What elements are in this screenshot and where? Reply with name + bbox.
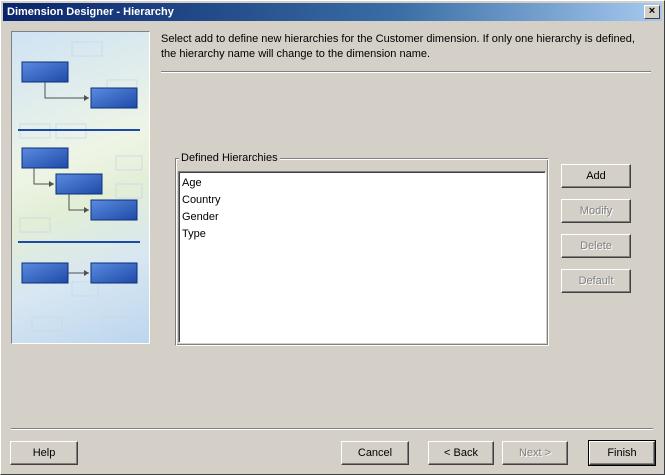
- list-item[interactable]: Age: [181, 175, 545, 192]
- divider-bottom: [11, 428, 653, 430]
- close-icon[interactable]: ×: [644, 5, 660, 19]
- default-button[interactable]: Default: [561, 269, 631, 293]
- defined-hierarchies-label: Defined Hierarchies: [179, 152, 280, 164]
- add-button[interactable]: Add: [561, 164, 631, 188]
- list-item[interactable]: Type: [181, 226, 545, 243]
- hierarchy-diagram-icon: [18, 41, 143, 332]
- help-button[interactable]: Help: [10, 441, 78, 465]
- list-item[interactable]: Country: [181, 192, 545, 209]
- next-button[interactable]: Next >: [502, 441, 568, 465]
- instructions-text: Select add to define new hierarchies for…: [161, 33, 635, 60]
- cancel-button[interactable]: Cancel: [341, 441, 409, 465]
- back-button[interactable]: < Back: [428, 441, 494, 465]
- title-bar[interactable]: Dimension Designer - Hierarchy ×: [3, 3, 662, 21]
- delete-button[interactable]: Delete: [561, 234, 631, 258]
- finish-button[interactable]: Finish: [588, 440, 656, 466]
- list-item[interactable]: Gender: [181, 209, 545, 226]
- wizard-illustration: [11, 31, 150, 344]
- window-title: Dimension Designer - Hierarchy: [7, 6, 174, 18]
- divider-top: [161, 71, 651, 73]
- modify-button[interactable]: Modify: [561, 199, 631, 223]
- hierarchies-listbox[interactable]: Age Country Gender Type: [178, 171, 546, 343]
- dialog-window: Dimension Designer - Hierarchy × Select …: [0, 0, 665, 475]
